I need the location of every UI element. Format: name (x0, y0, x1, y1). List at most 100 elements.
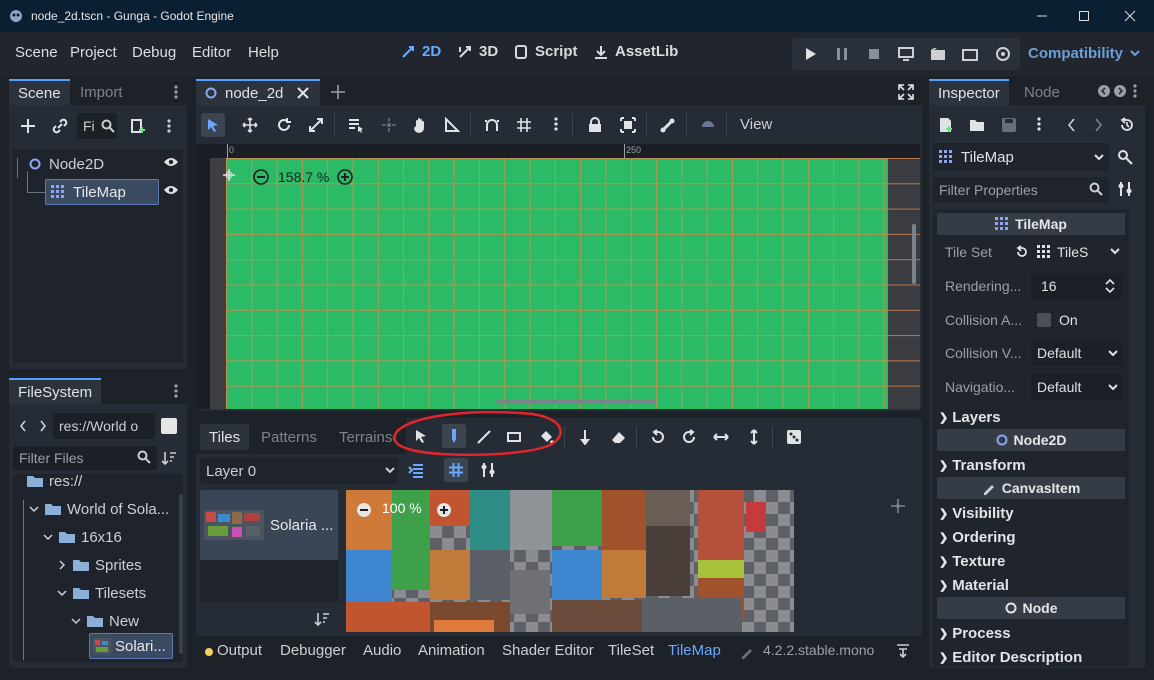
rotate-mode-icon[interactable] (276, 117, 292, 133)
tab-node[interactable]: Node (1015, 79, 1069, 105)
mode-2d-button[interactable]: 2D (400, 43, 441, 60)
menu-project[interactable]: Project (70, 44, 117, 61)
group-layers[interactable]: ❯ Layers (939, 405, 1001, 429)
random-tile-icon[interactable] (786, 429, 802, 445)
attach-script-icon[interactable] (127, 115, 149, 137)
history-icon[interactable] (1119, 117, 1135, 133)
file-item-selected[interactable]: Solari... (89, 633, 173, 659)
tab-patterns[interactable]: Patterns (252, 424, 326, 450)
kebab-menu-icon[interactable] (171, 382, 181, 400)
tab-shader-editor[interactable]: Shader Editor (502, 642, 594, 659)
next-dock-icon[interactable] (1113, 84, 1127, 98)
add-tab-icon[interactable] (330, 84, 346, 100)
file-item[interactable]: World of Sola... (29, 496, 169, 522)
rotate-left-icon[interactable] (650, 429, 666, 445)
group-material[interactable]: ❯ Material (939, 573, 1009, 597)
maximize-icon[interactable] (1074, 6, 1094, 26)
group-editor-description[interactable]: ❯ Editor Description (939, 645, 1082, 667)
menu-help[interactable]: Help (248, 44, 279, 61)
atlas-center-icon[interactable] (890, 498, 906, 514)
group-transform[interactable]: ❯ Transform (939, 453, 1026, 477)
tab-animation[interactable]: Animation (418, 642, 485, 659)
group-icon[interactable] (620, 117, 636, 133)
group-ordering[interactable]: ❯ Ordering (939, 525, 1016, 549)
flip-vertical-icon[interactable] (746, 429, 762, 445)
canvas-area[interactable]: 0 250 158.7 % (196, 144, 920, 409)
object-properties-icon[interactable] (1117, 149, 1133, 165)
tab-debugger[interactable]: Debugger (280, 642, 346, 659)
file-item[interactable]: Tilesets (57, 580, 146, 606)
override-camera-icon[interactable] (700, 117, 716, 133)
new-resource-icon[interactable] (938, 117, 954, 133)
pause-icon[interactable] (832, 44, 852, 64)
kebab-menu-icon[interactable] (171, 83, 181, 101)
distraction-free-icon[interactable] (898, 84, 914, 100)
atlas-zoom-in-icon[interactable] (436, 502, 452, 518)
grid-snap-icon[interactable] (516, 117, 532, 133)
update-spinner-icon[interactable] (740, 645, 754, 659)
mode-3d-button[interactable]: 3D (457, 43, 498, 60)
toggle-grid-icon[interactable] (444, 458, 468, 482)
select-mode-icon[interactable] (201, 113, 225, 137)
remote-debug-icon[interactable] (896, 44, 916, 64)
scene-kebab-icon[interactable] (164, 117, 174, 135)
snap-options-kebab-icon[interactable] (552, 117, 560, 131)
history-back-icon[interactable] (1067, 117, 1077, 133)
file-item[interactable]: Sprites (57, 552, 142, 578)
play-icon[interactable] (800, 44, 820, 64)
object-selector[interactable]: TileMap (933, 143, 1109, 171)
minimize-icon[interactable] (1032, 6, 1052, 26)
group-visibility[interactable]: ❯ Visibility (939, 501, 1014, 525)
navigation-visibility-select[interactable]: Default (1031, 373, 1123, 400)
tab-output[interactable]: Output (217, 642, 262, 659)
tab-tileset[interactable]: TileSet (608, 642, 654, 659)
collision-visibility-select[interactable]: Default (1031, 339, 1123, 366)
tilemap-canvas[interactable] (226, 158, 888, 409)
layer-select[interactable]: Layer 0 (200, 458, 398, 484)
smart-snap-icon[interactable] (484, 117, 500, 133)
pivot-mode-icon[interactable] (381, 117, 397, 133)
tab-filesystem[interactable]: FileSystem (9, 378, 102, 404)
mode-assetlib-button[interactable]: AssetLib (593, 43, 678, 60)
eraser-tool-icon[interactable] (610, 429, 626, 445)
file-item[interactable]: New (71, 608, 139, 634)
vertical-scrollbar[interactable] (912, 224, 916, 284)
rendering-spinbox[interactable]: 16 (1031, 272, 1123, 299)
prop-value[interactable]: TileS (1057, 244, 1088, 260)
kebab-menu-icon[interactable] (1131, 84, 1139, 98)
forward-arrow-icon[interactable] (37, 418, 49, 434)
tile-atlas[interactable]: 100 % (346, 490, 794, 632)
mode-script-button[interactable]: Script (513, 43, 578, 60)
menu-editor[interactable]: Editor (192, 44, 231, 61)
flip-horizontal-icon[interactable] (713, 429, 729, 445)
scene-filter-input[interactable]: Fi (77, 113, 117, 139)
lock-icon[interactable] (588, 117, 602, 133)
tab-node-2d[interactable]: node_2d (196, 79, 320, 105)
horizontal-scrollbar[interactable] (496, 400, 656, 404)
menu-scene[interactable]: Scene (15, 44, 58, 61)
rotate-right-icon[interactable] (681, 429, 697, 445)
back-arrow-icon[interactable] (17, 418, 29, 434)
close-window-icon[interactable] (1120, 6, 1140, 26)
scale-mode-icon[interactable] (308, 117, 324, 133)
save-resource-icon[interactable] (1001, 117, 1017, 133)
scrollbar[interactable] (179, 494, 183, 654)
renderer-select[interactable]: Compatibility (1028, 45, 1141, 62)
history-forward-icon[interactable] (1093, 117, 1103, 133)
resource-kebab-icon[interactable] (1035, 117, 1043, 131)
path-field[interactable]: res://World o (53, 413, 155, 439)
group-process[interactable]: ❯ Process (939, 621, 1011, 645)
movie-maker-icon[interactable] (993, 44, 1013, 64)
file-item[interactable]: 16x16 (43, 524, 122, 550)
atlas-zoom-out-icon[interactable] (356, 502, 372, 518)
tab-inspector[interactable]: Inspector (929, 79, 1009, 105)
sort-icon[interactable] (314, 611, 330, 627)
instance-child-icon[interactable] (49, 115, 71, 137)
zoom-label[interactable]: 158.7 % (278, 169, 329, 185)
move-mode-icon[interactable] (242, 117, 258, 133)
view-menu[interactable]: View (740, 116, 772, 133)
tab-tilemap[interactable]: TileMap (668, 642, 721, 659)
highlight-layer-icon[interactable] (408, 462, 424, 478)
filter-properties-input[interactable]: Filter Properties (933, 177, 1109, 203)
menu-debug[interactable]: Debug (132, 44, 176, 61)
